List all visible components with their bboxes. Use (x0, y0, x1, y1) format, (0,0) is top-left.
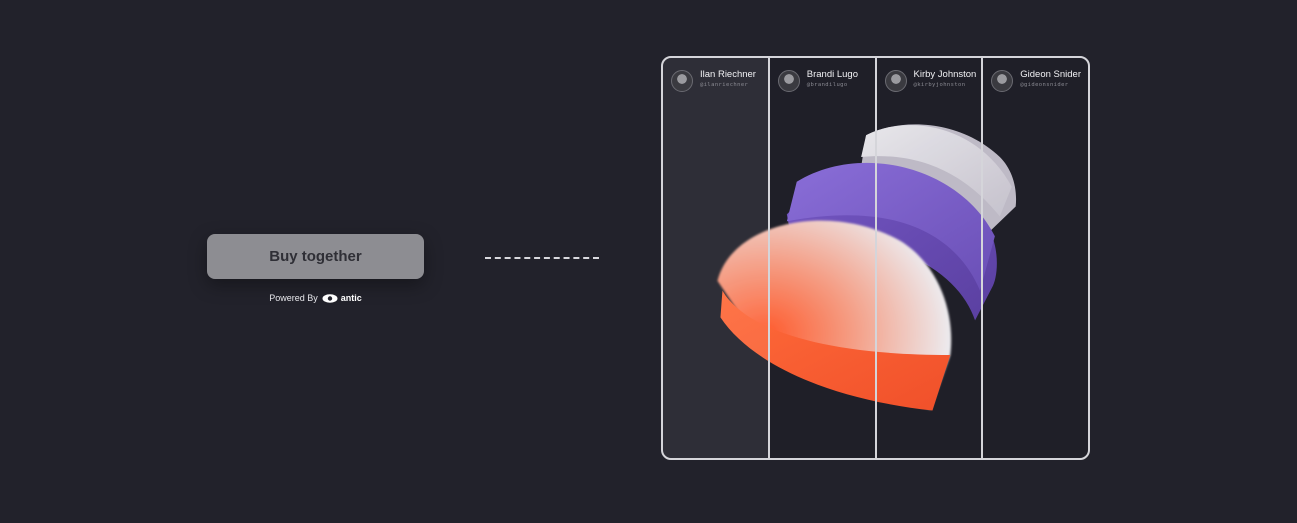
participant-handle: @gideonsnider (1020, 81, 1069, 88)
participant-header: Brandi Lugo @brandilugo (777, 69, 858, 92)
avatar-icon (671, 70, 693, 92)
participant-column[interactable]: Kirby Johnston @kirbyjohnston (877, 58, 984, 458)
dashed-connector (485, 257, 599, 259)
eye-icon (322, 293, 338, 303)
participant-name: Kirby Johnston (913, 69, 977, 80)
participant-header: Gideon Snider @gideonsnider (991, 70, 1081, 92)
participant-name: Brandi Lugo (806, 69, 858, 80)
brand-name: antic (340, 293, 362, 303)
participants-panel: Ilan Riechner @ilanriechner Brandi Lugo … (661, 56, 1090, 460)
participant-handle: @ilanriechner (700, 81, 749, 88)
participant-name: Ilan Riechner (700, 69, 756, 80)
buy-together-button[interactable]: Buy together (207, 234, 424, 279)
powered-by-label: Powered By (269, 293, 318, 303)
participant-header: Ilan Riechner @ilanriechner (671, 70, 756, 92)
participant-column[interactable]: Ilan Riechner @ilanriechner (663, 58, 770, 458)
participant-name: Gideon Snider (1020, 69, 1081, 80)
purchase-cta: Buy together Powered By antic (207, 234, 424, 303)
participant-column[interactable]: Gideon Snider @gideonsnider (983, 58, 1088, 458)
participant-header: Kirby Johnston @kirbyjohnston (884, 69, 977, 92)
participant-columns: Ilan Riechner @ilanriechner Brandi Lugo … (663, 58, 1088, 458)
avatar-icon (777, 70, 800, 92)
avatar-icon (884, 70, 907, 92)
participant-handle: @brandilugo (806, 81, 848, 88)
participant-handle: @kirbyjohnston (913, 81, 966, 88)
avatar-icon (991, 70, 1014, 92)
participant-column[interactable]: Brandi Lugo @brandilugo (770, 58, 877, 458)
powered-by: Powered By antic (207, 293, 424, 303)
antic-logo[interactable]: antic (322, 293, 362, 303)
